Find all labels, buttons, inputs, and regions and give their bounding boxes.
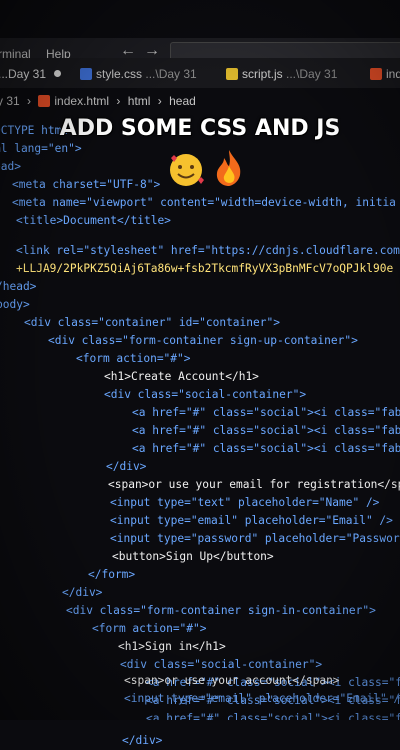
tab-index-html-2[interactable]: ind [370, 63, 400, 85]
code-editor[interactable]: OCTYPE html> ml lang="en"> ead> <meta ch… [0, 112, 400, 720]
fire-icon [216, 150, 241, 186]
html-file-icon [370, 68, 382, 80]
code-line: <h1>Sign in</h1> [118, 640, 226, 653]
code-line: <a href="#" class="social"><i class="fab [132, 442, 400, 455]
editor-tab-bar: ...Day 31 style.css ...\Day 31 script.js… [0, 58, 400, 88]
breadcrumb-head[interactable]: head [169, 94, 196, 108]
code-line: <div class="form-container sign-up-conta… [48, 334, 358, 347]
tab-dir: ...\Day 31 [286, 67, 338, 81]
tab-script-js[interactable]: script.js ...\Day 31 [226, 63, 337, 85]
js-file-icon [226, 68, 238, 80]
breadcrumb-folder[interactable]: y 31 [0, 94, 20, 108]
tab-index-html[interactable]: ...Day 31 [0, 63, 62, 85]
code-line: </div> [62, 586, 103, 599]
tab-label: ind [386, 67, 400, 81]
code-line: <div class="container" id="container"> [24, 316, 280, 329]
unsaved-dot-icon [54, 70, 62, 77]
tab-dir: ...\Day 31 [145, 67, 197, 81]
code-line: <a href="#" class="social"><i class="fab [132, 406, 400, 419]
code-line: <input type="text" placeholder="Name" /> [110, 496, 380, 509]
chevron-right-icon: › [116, 94, 121, 108]
code-line: </form> [88, 568, 136, 581]
code-line: <title>Document</title> [16, 214, 171, 227]
code-line: <form action="#"> [76, 352, 191, 365]
code-line: </div> [122, 734, 163, 747]
code-line: <div class="social-container"> [104, 388, 307, 401]
code-line: <span>or use your account</span> [124, 674, 340, 687]
code-line: /head> [0, 280, 37, 293]
chevron-right-icon: › [27, 94, 32, 108]
tab-label: script.js [242, 67, 283, 81]
code-line: <h1>Create Account</h1> [104, 370, 259, 383]
tab-label: ...Day 31 [0, 67, 47, 81]
tab-style-css[interactable]: style.css ...\Day 31 [80, 63, 197, 85]
tab-label: style.css [96, 67, 143, 81]
breadcrumb-html[interactable]: html [128, 94, 151, 108]
code-line: <meta name="viewport" content="width=dev… [12, 196, 396, 209]
code-line: <a href="#" class="social"><i class="fab [132, 424, 400, 437]
code-line: <button>Sign Up</button> [112, 550, 274, 563]
code-line: <link rel="stylesheet" href="https://cdn… [16, 244, 400, 257]
breadcrumb: y 31 › index.html › html › head [0, 94, 400, 112]
code-line: <a href="#" class="social"><i class="fa [146, 712, 400, 720]
html-file-icon [38, 95, 51, 107]
video-caption: ADD SOME CSS AND JS [59, 116, 341, 141]
css-file-icon [80, 68, 92, 80]
code-line: <div class="form-container sign-in-conta… [66, 604, 376, 617]
code-line: </div> [106, 460, 147, 473]
code-line: <input type="email" placeholder="Email" … [110, 514, 393, 527]
code-line: <span>or use your email for registration… [108, 478, 400, 491]
code-line: <input type="email" placeholder="Email" … [124, 692, 400, 705]
code-line: <form action="#"> [92, 622, 207, 635]
chevron-right-icon: › [157, 94, 162, 108]
breadcrumb-file[interactable]: index.html [54, 94, 109, 108]
code-line: body> [0, 298, 30, 311]
code-line: +LLJA9/2PkPKZ5QiAj6Ta86w+fsb2TkcmfRyVX3p… [16, 262, 394, 275]
code-line: <input type="password" placeholder="Pass… [110, 532, 400, 545]
